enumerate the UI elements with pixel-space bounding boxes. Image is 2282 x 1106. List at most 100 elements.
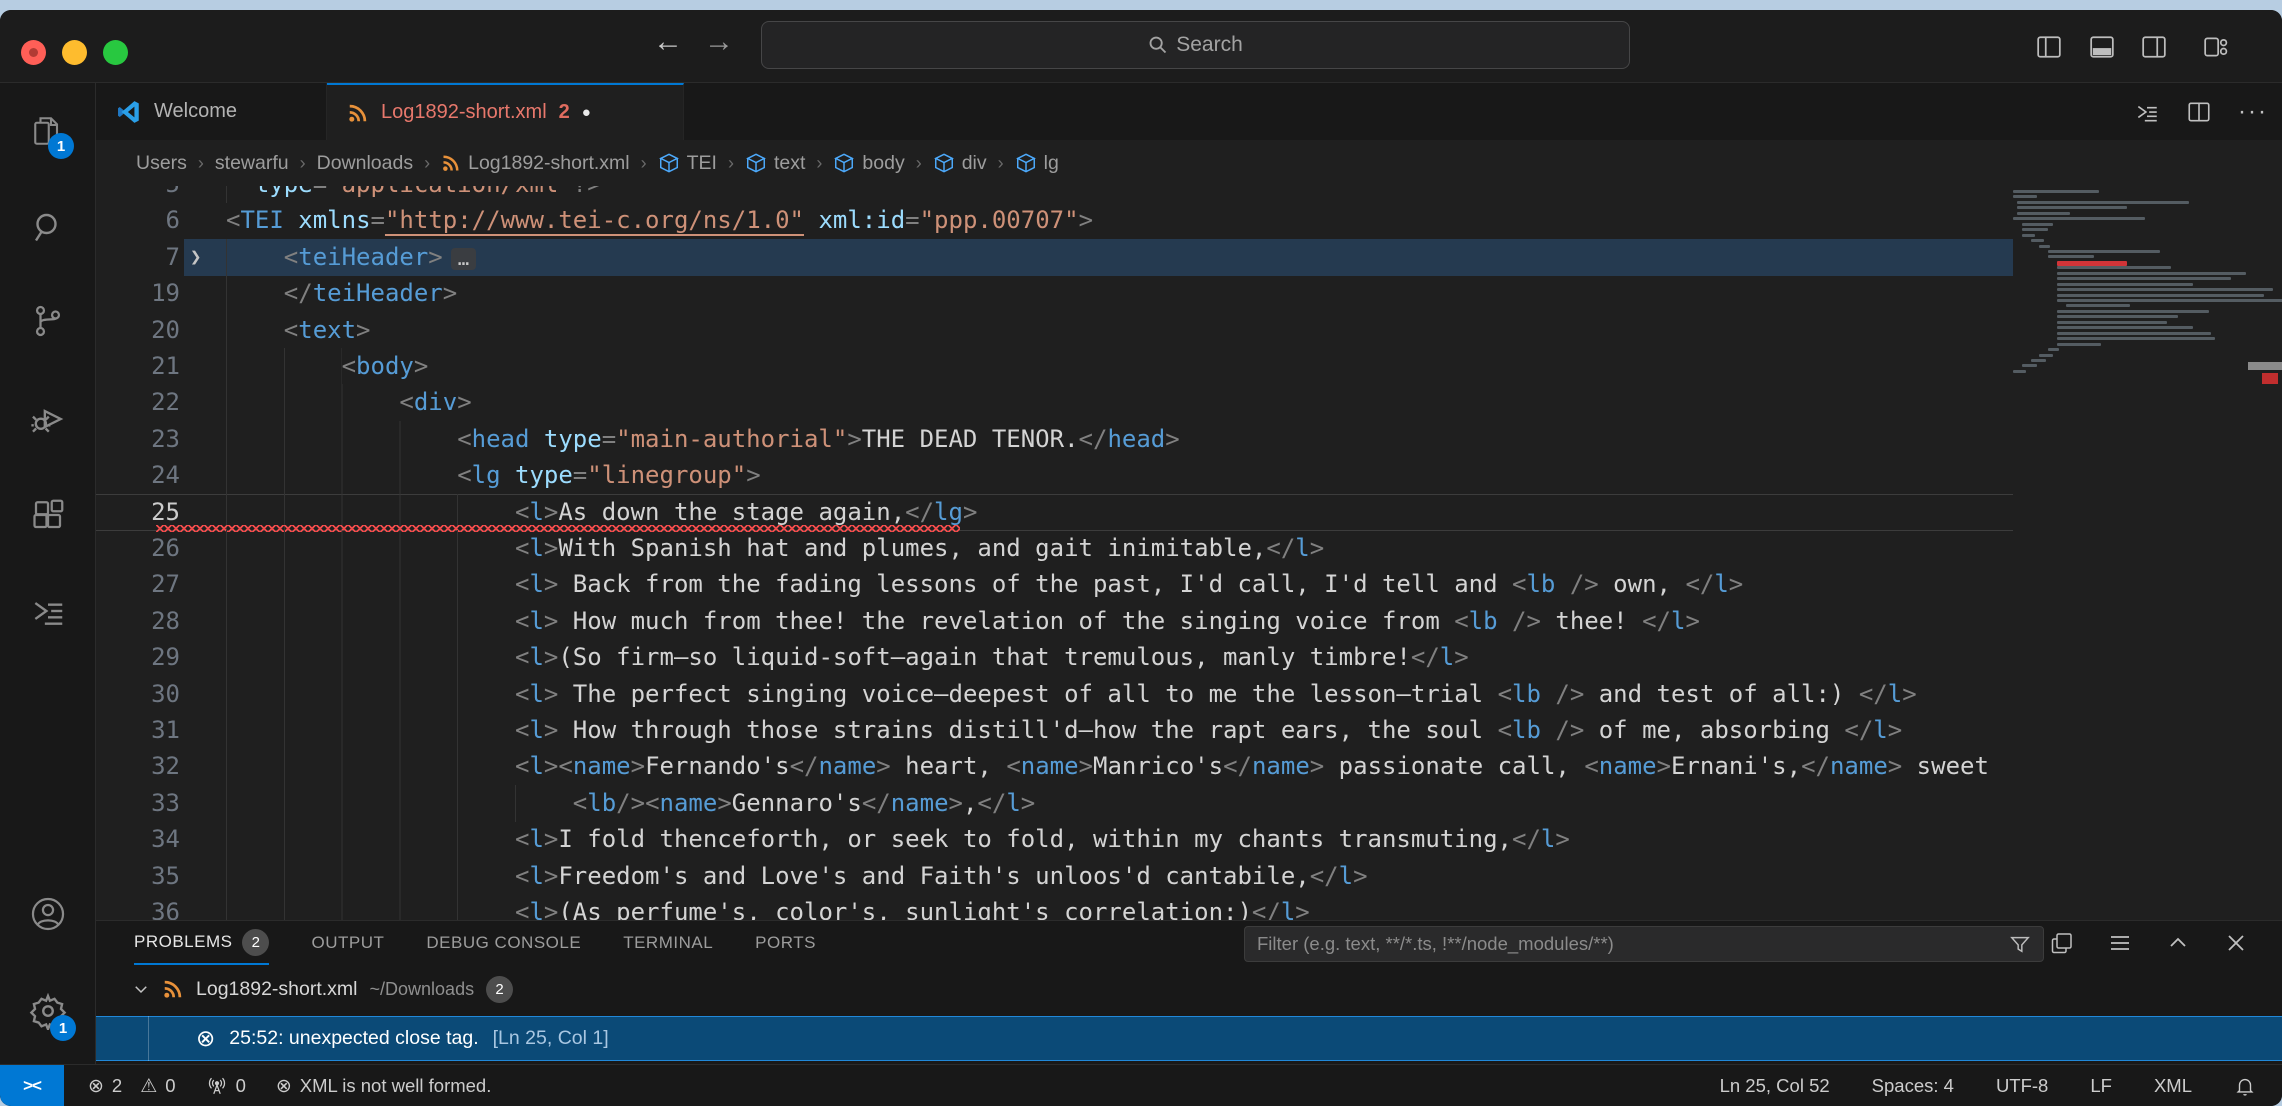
view-as-table-icon[interactable]	[2108, 931, 2132, 955]
code-line-7[interactable]: 7❯<teiHeader>…	[96, 239, 2013, 276]
language-mode[interactable]: XML	[2154, 1075, 2192, 1097]
line-number[interactable]: 26	[96, 530, 180, 567]
code-line-35[interactable]: 35<l>Freedom's and Love's and Faith's un…	[96, 858, 2013, 895]
code-line-33[interactable]: 33<lb/><name>Gennaro's</name>,</l>	[96, 785, 2013, 822]
line-number[interactable]: 6	[96, 202, 180, 239]
code-line-5[interactable]: 5type="application/xml"?>	[96, 186, 2013, 203]
run-debug-icon[interactable]	[0, 383, 96, 455]
back-icon[interactable]: ←	[653, 24, 683, 60]
explorer-icon[interactable]: 1	[0, 95, 96, 167]
code-line-29[interactable]: 29<l>(So firm—so liquid-soft—again that …	[96, 639, 2013, 676]
code-line-36[interactable]: 36<l>(As perfume's, color's, sunlight's …	[96, 894, 2013, 920]
code-line-31[interactable]: 31<l> How through those strains distill'…	[96, 712, 2013, 749]
code-line-32[interactable]: 32<l><name>Fernando's</name> heart, <nam…	[96, 748, 2013, 785]
indent-format-icon[interactable]	[2134, 99, 2160, 125]
ports-status[interactable]: 0	[206, 1075, 246, 1097]
line-number[interactable]: 24	[96, 457, 180, 494]
toggle-secondary-sidebar-icon[interactable]	[2136, 29, 2172, 65]
code-line-22[interactable]: 22<div>	[96, 384, 2013, 421]
code-line-21[interactable]: 21<body>	[96, 348, 2013, 385]
line-number[interactable]: 21	[96, 348, 180, 385]
code-line-23[interactable]: 23<head type="main-authorial">THE DEAD T…	[96, 421, 2013, 458]
filter-funnel-icon[interactable]	[2009, 933, 2031, 955]
close-panel-icon[interactable]	[2224, 931, 2248, 955]
breadcrumb-item-users[interactable]: Users	[136, 152, 187, 175]
breadcrumb-item-text[interactable]: text	[745, 152, 805, 175]
code-line-6[interactable]: 6<TEI xmlns="http://www.tei-c.org/ns/1.0…	[96, 202, 2013, 239]
more-actions-icon[interactable]: ···	[2238, 98, 2268, 126]
search-input[interactable]: Search	[761, 21, 1630, 69]
fold-chevron-icon[interactable]: ❯	[190, 239, 201, 276]
cursor-position[interactable]: Ln 25, Col 52	[1720, 1075, 1830, 1097]
code-editor[interactable]: 5type="application/xml"?>6<TEI xmlns="ht…	[96, 186, 2282, 920]
notifications-bell-icon[interactable]	[2234, 1075, 2256, 1097]
line-number[interactable]: 20	[96, 312, 180, 349]
overview-ruler[interactable]	[2256, 186, 2282, 920]
remote-indicator[interactable]: ><	[0, 1065, 64, 1106]
minimap[interactable]	[2013, 186, 2256, 920]
minimize-button[interactable]	[62, 40, 87, 65]
encoding-status[interactable]: UTF-8	[1996, 1075, 2048, 1097]
panel-tab-ports[interactable]: PORTS	[755, 921, 816, 965]
chevron-down-icon[interactable]	[132, 980, 150, 998]
code-line-24[interactable]: 24<lg type="linegroup">	[96, 457, 2013, 494]
line-number[interactable]: 27	[96, 566, 180, 603]
panel-tab-debug-console[interactable]: DEBUG CONSOLE	[426, 921, 581, 965]
tab-welcome[interactable]: Welcome	[96, 83, 327, 140]
line-number[interactable]: 28	[96, 603, 180, 640]
problems-file-row[interactable]: Log1892-short.xml ~/Downloads 2	[96, 971, 2282, 1007]
line-number[interactable]: 33	[96, 785, 180, 822]
line-number[interactable]: 31	[96, 712, 180, 749]
panel-tab-terminal[interactable]: TERMINAL	[623, 921, 713, 965]
custom-view-icon[interactable]	[0, 575, 96, 647]
breadcrumb-item-log1892-short-xml[interactable]: Log1892-short.xml	[441, 152, 630, 175]
breadcrumb-item-stewarfu[interactable]: stewarfu	[215, 152, 289, 175]
code-line-25[interactable]: 25<l>As down the stage again,</lg>	[96, 494, 2013, 531]
line-number[interactable]: 36	[96, 894, 180, 920]
xml-validation-status[interactable]: ⊗ XML is not well formed.	[276, 1075, 492, 1098]
line-number[interactable]: 29	[96, 639, 180, 676]
breadcrumb-item-div[interactable]: div	[933, 152, 987, 175]
source-control-icon[interactable]	[0, 285, 96, 357]
problems-status[interactable]: ⊗2 ⚠0	[88, 1075, 176, 1098]
line-number[interactable]: 22	[96, 384, 180, 421]
forward-icon[interactable]: →	[704, 24, 734, 60]
zoom-button[interactable]	[103, 40, 128, 65]
line-number[interactable]: 19	[96, 275, 180, 312]
code-line-27[interactable]: 27<l> Back from the fading lessons of th…	[96, 566, 2013, 603]
problems-filter-input[interactable]: Filter (e.g. text, **/*.ts, !**/node_mod…	[1244, 926, 2044, 962]
code-line-26[interactable]: 26<l>With Spanish hat and plumes, and ga…	[96, 530, 2013, 567]
breadcrumb-item-body[interactable]: body	[833, 152, 904, 175]
breadcrumb-item-downloads[interactable]: Downloads	[317, 152, 413, 175]
code-line-28[interactable]: 28<l> How much from thee! the revelation…	[96, 603, 2013, 640]
toggle-panel-icon[interactable]	[2084, 29, 2120, 65]
indentation-status[interactable]: Spaces: 4	[1872, 1075, 1954, 1097]
line-number[interactable]: 7	[96, 239, 180, 276]
split-editor-icon[interactable]	[2186, 99, 2212, 125]
code-line-20[interactable]: 20<text>	[96, 312, 2013, 349]
line-number[interactable]: 34	[96, 821, 180, 858]
customize-layout-icon[interactable]	[2198, 29, 2234, 65]
extensions-icon[interactable]	[0, 479, 96, 551]
line-number[interactable]: 32	[96, 748, 180, 785]
collapse-all-icon[interactable]	[2050, 931, 2074, 955]
scrollbar-thumb[interactable]	[2248, 362, 2282, 370]
close-button[interactable]	[21, 40, 46, 65]
problem-error-row[interactable]: ⊗ 25:52: unexpected close tag. [Ln 25, C…	[96, 1016, 2282, 1061]
breadcrumb-item-tei[interactable]: TEI	[658, 152, 717, 175]
code-line-30[interactable]: 30<l> The perfect singing voice—deepest …	[96, 676, 2013, 713]
breadcrumb-item-lg[interactable]: lg	[1015, 152, 1059, 175]
line-number[interactable]: 5	[96, 186, 180, 203]
settings-gear-icon[interactable]: 1	[0, 975, 96, 1047]
code-line-19[interactable]: 19</teiHeader>	[96, 275, 2013, 312]
panel-tab-problems[interactable]: PROBLEMS2	[134, 921, 269, 965]
accounts-icon[interactable]	[0, 878, 96, 950]
code-line-34[interactable]: 34<l>I fold thenceforth, or seek to fold…	[96, 821, 2013, 858]
line-number[interactable]: 35	[96, 858, 180, 895]
line-number[interactable]: 30	[96, 676, 180, 713]
tab-active-file[interactable]: Log1892-short.xml 2 ●	[327, 83, 684, 140]
search-view-icon[interactable]	[0, 191, 96, 263]
toggle-primary-sidebar-icon[interactable]	[2031, 29, 2067, 65]
line-number[interactable]: 23	[96, 421, 180, 458]
eol-status[interactable]: LF	[2090, 1075, 2112, 1097]
